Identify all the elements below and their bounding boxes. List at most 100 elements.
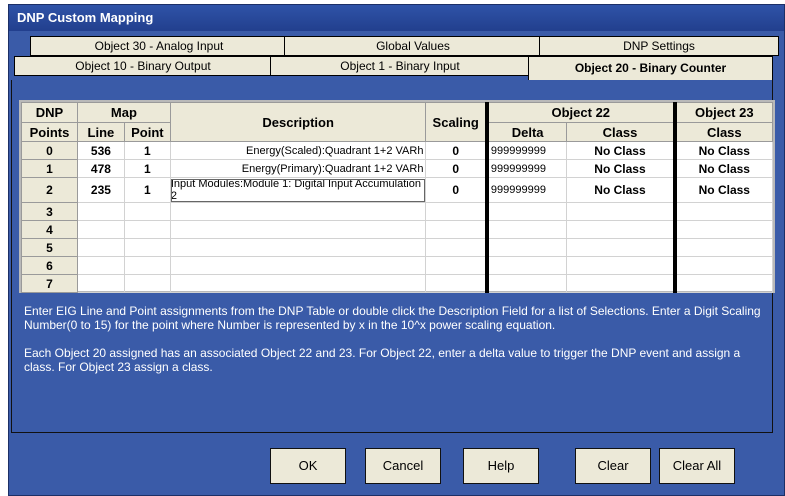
point-cell[interactable]: [123, 274, 171, 293]
tab-dnp-settings[interactable]: DNP Settings: [539, 36, 779, 56]
scaling-cell[interactable]: [425, 220, 488, 239]
description-cell[interactable]: Energy(Primary):Quadrant 1+2 VARh: [169, 159, 427, 178]
tab-global-values[interactable]: Global Values: [284, 36, 542, 56]
delta-cell[interactable]: [484, 238, 568, 257]
header-dnp: DNP: [21, 102, 78, 123]
table-row: 1 478 1 Energy(Primary):Quadrant 1+2 VARh 0 9…: [21, 159, 773, 178]
header-map: Map: [76, 102, 171, 123]
tab-object-10-binary-output[interactable]: Object 10 - Binary Output: [14, 56, 272, 76]
line-cell[interactable]: 235: [76, 177, 125, 203]
tab-object-20-binary-counter[interactable]: Object 20 - Binary Counter: [528, 56, 773, 80]
table-row: 6: [21, 256, 773, 275]
mapping-table: DNP Map Description Scaling Object 22 Ob…: [21, 102, 773, 293]
object-22-class-cell[interactable]: [566, 256, 676, 275]
instruction-paragraph-2: Each Object 20 assigned has an associate…: [24, 346, 741, 374]
object-22-class-cell[interactable]: No Class: [566, 141, 676, 160]
object-22-class-cell[interactable]: [566, 238, 676, 257]
delta-cell[interactable]: 999999999: [484, 141, 568, 160]
dnp-point-cell: 7: [21, 274, 78, 293]
scaling-cell[interactable]: [425, 256, 488, 275]
instructions: Enter EIG Line and Point assignments fro…: [24, 304, 774, 388]
point-cell[interactable]: 1: [123, 159, 171, 178]
dnp-point-cell: 4: [21, 220, 78, 239]
object-22-class-cell[interactable]: [566, 202, 676, 221]
header-description: Description: [169, 102, 427, 142]
table-row: 4: [21, 220, 773, 239]
header-object-22: Object 22: [484, 102, 676, 123]
tab-object-1-binary-input[interactable]: Object 1 - Binary Input: [270, 56, 530, 76]
scaling-cell[interactable]: [425, 202, 488, 221]
delta-cell[interactable]: 999999999: [484, 159, 568, 178]
header-class-23: Class: [672, 122, 773, 142]
description-cell[interactable]: [169, 256, 427, 275]
instruction-paragraph-1: Enter EIG Line and Point assignments fro…: [24, 304, 761, 332]
dnp-point-cell: 3: [21, 202, 78, 221]
delta-cell[interactable]: [484, 202, 568, 221]
header-class-22: Class: [566, 122, 676, 142]
clear-all-button[interactable]: Clear All: [659, 448, 735, 484]
delta-cell[interactable]: [484, 274, 568, 293]
header-point: Point: [123, 122, 171, 142]
description-cell[interactable]: [169, 274, 427, 293]
header-scaling: Scaling: [425, 102, 488, 142]
title-bar: DNP Custom Mapping: [9, 5, 784, 31]
object-23-class-cell[interactable]: No Class: [672, 141, 773, 160]
dnp-point-cell: 5: [21, 238, 78, 257]
delta-cell[interactable]: [484, 256, 568, 275]
description-cell[interactable]: [169, 220, 427, 239]
dnp-point-cell: 2: [21, 177, 78, 203]
point-cell[interactable]: 1: [123, 177, 171, 203]
point-cell[interactable]: [123, 220, 171, 239]
delta-cell[interactable]: 999999999: [484, 177, 568, 203]
header-object-23: Object 23: [672, 102, 773, 123]
header-points: Points: [21, 122, 78, 142]
line-cell[interactable]: [76, 256, 125, 275]
point-cell[interactable]: [123, 202, 171, 221]
object-22-class-cell[interactable]: No Class: [566, 159, 676, 178]
point-cell[interactable]: [123, 256, 171, 275]
description-cell[interactable]: [169, 202, 427, 221]
dnp-mapping-grid: DNP Map Description Scaling Object 22 Ob…: [19, 100, 775, 293]
dnp-point-cell: 1: [21, 159, 78, 178]
point-cell[interactable]: [123, 238, 171, 257]
object-23-class-cell[interactable]: [672, 256, 773, 275]
clear-button[interactable]: Clear: [575, 448, 651, 484]
delta-cell[interactable]: [484, 220, 568, 239]
ok-button[interactable]: OK: [270, 448, 346, 484]
help-button[interactable]: Help: [463, 448, 539, 484]
object-23-class-cell[interactable]: [672, 220, 773, 239]
line-cell[interactable]: [76, 202, 125, 221]
object-22-class-cell[interactable]: [566, 274, 676, 293]
scaling-cell[interactable]: [425, 274, 488, 293]
tab-object-30-analog-input[interactable]: Object 30 - Analog Input: [30, 36, 288, 56]
table-row: 3: [21, 202, 773, 221]
description-cell[interactable]: Input Modules:Module 1: Digital Input Ac…: [169, 177, 427, 203]
line-cell[interactable]: 478: [76, 159, 125, 178]
cancel-button[interactable]: Cancel: [365, 448, 441, 484]
object-23-class-cell[interactable]: [672, 202, 773, 221]
object-23-class-cell[interactable]: No Class: [672, 159, 773, 178]
scaling-cell[interactable]: 0: [425, 159, 488, 178]
header-delta: Delta: [484, 122, 568, 142]
description-cell[interactable]: Energy(Scaled):Quadrant 1+2 VARh: [169, 141, 427, 160]
scaling-cell[interactable]: [425, 238, 488, 257]
object-23-class-cell[interactable]: [672, 274, 773, 293]
line-cell[interactable]: 536: [76, 141, 125, 160]
window-title: DNP Custom Mapping: [17, 10, 154, 25]
line-cell[interactable]: [76, 238, 125, 257]
scaling-cell[interactable]: 0: [425, 177, 488, 203]
dnp-point-cell: 0: [21, 141, 78, 160]
table-row: 7: [21, 274, 773, 293]
line-cell[interactable]: [76, 274, 125, 293]
scaling-cell[interactable]: 0: [425, 141, 488, 160]
object-22-class-cell[interactable]: No Class: [566, 177, 676, 203]
dnp-point-cell: 6: [21, 256, 78, 275]
table-row: 0 536 1 Energy(Scaled):Quadrant 1+2 VARh 0 99…: [21, 141, 773, 160]
object-22-class-cell[interactable]: [566, 220, 676, 239]
object-23-class-cell[interactable]: [672, 238, 773, 257]
button-bar: OK Cancel Help Clear Clear All: [8, 438, 785, 496]
object-23-class-cell[interactable]: No Class: [672, 177, 773, 203]
point-cell[interactable]: 1: [123, 141, 171, 160]
line-cell[interactable]: [76, 220, 125, 239]
description-cell[interactable]: [169, 238, 427, 257]
